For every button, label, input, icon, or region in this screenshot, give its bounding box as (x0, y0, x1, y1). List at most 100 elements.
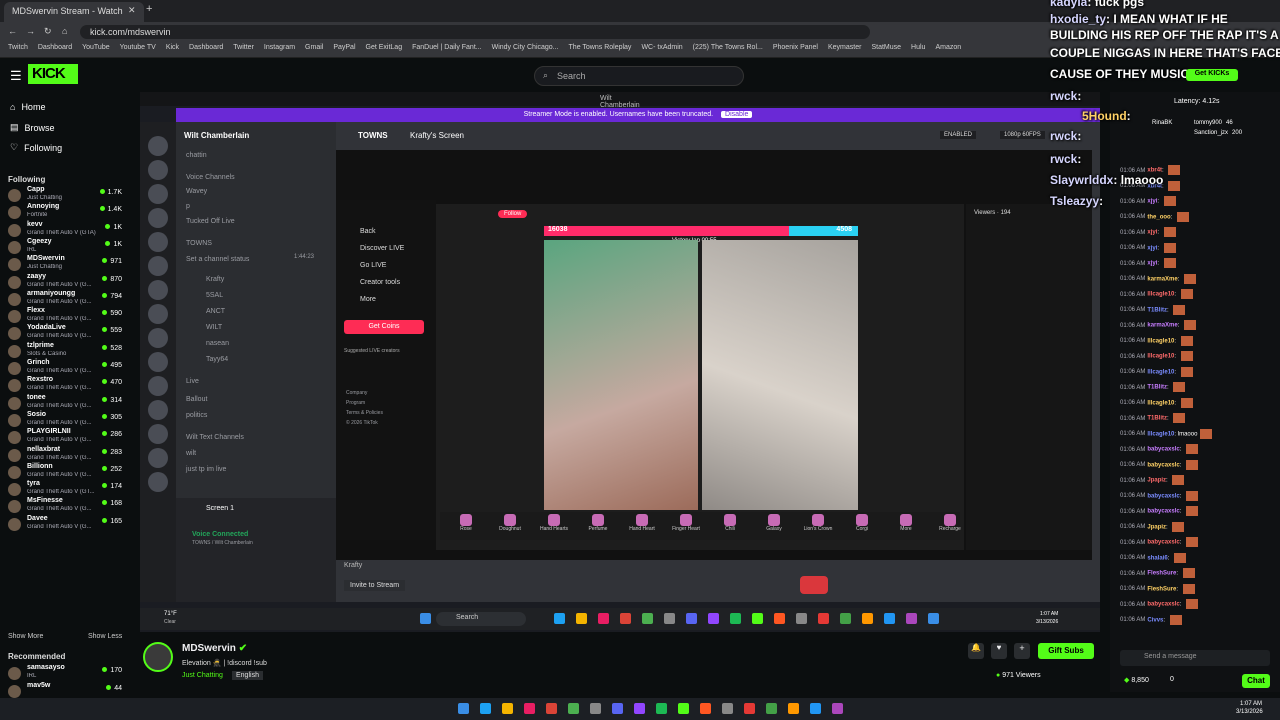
follow-button[interactable]: Follow (498, 210, 528, 218)
bookmark-item[interactable]: Twitch (8, 44, 28, 55)
taskbar-app-icon[interactable] (502, 703, 513, 714)
chat-input[interactable]: Send a message (1120, 650, 1270, 666)
show-less-button[interactable]: Show Less (88, 633, 122, 640)
taskbar-app-icon[interactable] (458, 703, 469, 714)
taskbar-app-icon[interactable] (480, 703, 491, 714)
bookmark-item[interactable]: Keymaster (828, 44, 861, 55)
following-item[interactable]: zaayy Grand Theft Auto V (G... 870 (8, 273, 124, 291)
gift-item[interactable]: Rose (446, 514, 486, 532)
following-item[interactable]: Billionn Grand Theft Auto V (G... 252 (8, 463, 124, 481)
end-call-button[interactable] (800, 576, 828, 594)
chat-message[interactable]: 01:06 AM FleshSure: (1120, 568, 1195, 578)
chat-username[interactable]: the_ooo (1147, 214, 1170, 220)
close-tab-icon[interactable]: ✕ (128, 5, 136, 16)
chat-username[interactable]: karmaXme (1147, 276, 1177, 282)
discord-channel[interactable]: Voice Channels (186, 174, 235, 181)
bookmark-item[interactable]: Amazon (935, 44, 961, 55)
tiktok-nav-item[interactable]: More (360, 296, 376, 303)
gift-item[interactable]: More (886, 514, 926, 532)
chat-message[interactable]: 01:06 AM Civvs: (1120, 614, 1182, 625)
discord-server-icon[interactable] (148, 256, 168, 276)
following-item[interactable]: tonee Grand Theft Auto V (G... 314 (8, 394, 124, 412)
chat-username[interactable]: T1Blitz (1147, 385, 1167, 391)
gift-item[interactable]: Chili (710, 514, 750, 532)
gift-item[interactable]: Hand Heart (622, 514, 662, 532)
chat-username[interactable]: xjyi (1147, 245, 1157, 251)
gift-item[interactable]: Doughnut (490, 514, 530, 532)
chat-message[interactable]: 01:06 AM karmaXme: (1120, 273, 1197, 284)
discord-channel[interactable]: WILT (206, 324, 222, 331)
bookmark-item[interactable]: StatMuse (871, 44, 901, 55)
bookmark-item[interactable]: WC- txAdmin (641, 44, 682, 55)
chat-message[interactable]: 01:06 AM xjyi: (1120, 227, 1176, 237)
recommended-item[interactable]: samasayso IRL 170 (8, 664, 124, 682)
taskbar-app-icon[interactable] (546, 703, 557, 714)
bookmark-item[interactable]: Instagram (264, 44, 295, 55)
bookmark-item[interactable]: Gmail (305, 44, 323, 55)
discord-channel[interactable]: TOWNS (186, 240, 212, 247)
discord-channel[interactable]: ANCT (206, 308, 225, 315)
discord-server-icon[interactable] (148, 472, 168, 492)
gift-subs-button[interactable]: Gift Subs (1038, 643, 1094, 659)
invite-to-stream-button[interactable]: Invite to Stream (344, 580, 406, 591)
tiktok-footer-link[interactable]: Company (346, 390, 367, 396)
chat-username[interactable]: karmaXme (1147, 323, 1177, 329)
search-input[interactable]: ⌕ Search (534, 66, 744, 86)
discord-channel[interactable]: politics (186, 412, 207, 419)
home-page-icon[interactable]: ⌂ (62, 26, 67, 36)
following-item[interactable]: Cgeezy IRL 1K (8, 238, 124, 256)
gift-item[interactable]: Corgi (842, 514, 882, 532)
chat-username[interactable]: Jpapiz (1147, 478, 1166, 484)
bookmark-item[interactable]: Dashboard (189, 44, 223, 55)
kick-logo[interactable]: KICK (28, 64, 78, 84)
discord-server-icon[interactable] (148, 184, 168, 204)
discord-server-icon[interactable] (148, 304, 168, 324)
gift-item[interactable]: Recharge (930, 514, 970, 532)
discord-channel[interactable]: Tucked Off Live (186, 218, 235, 225)
streamer-name[interactable]: MDSwervin ✔ (182, 643, 247, 654)
forward-icon[interactable]: → (26, 26, 35, 36)
chat-username[interactable]: babycaxslc (1147, 509, 1179, 515)
discord-channel[interactable]: Wilt Text Channels (186, 434, 244, 441)
disable-button[interactable]: Disable (721, 111, 753, 118)
tiktok-nav-item[interactable]: Back (360, 228, 376, 235)
bell-icon[interactable]: 🔔 (968, 643, 984, 659)
chat-username[interactable]: FleshSure (1147, 571, 1176, 577)
chat-message[interactable]: 01:06 AM babycaxslc: (1120, 444, 1199, 454)
discord-server-icon[interactable] (148, 160, 168, 180)
chat-message[interactable]: 01:06 AM xjyi: (1120, 242, 1176, 253)
bookmark-item[interactable]: Twitter (233, 44, 254, 55)
discord-server-icon[interactable] (148, 376, 168, 396)
get-kicks-button[interactable]: Get KICKs (1186, 69, 1238, 81)
show-more-button[interactable]: Show More (8, 633, 43, 640)
discord-server-icon[interactable] (148, 352, 168, 372)
chat-username[interactable]: babycaxslc (1147, 462, 1179, 468)
chat-username[interactable]: shalai6 (1147, 555, 1167, 561)
gift-item[interactable]: Lion's Crown (798, 514, 838, 532)
chat-username[interactable]: babycaxslc (1147, 493, 1179, 499)
following-item[interactable]: Capp Just Chatting 1.7K (8, 186, 124, 204)
stream-category[interactable]: Just Chatting (182, 672, 223, 679)
chat-message[interactable]: 01:06 AM the_ooo: (1120, 211, 1190, 222)
nav-following[interactable]: ♡ Following (10, 142, 62, 153)
following-item[interactable]: Rexstro Grand Theft Auto V (G... 470 (8, 376, 124, 394)
language-tag[interactable]: English (232, 671, 263, 680)
taskbar-app-icon[interactable] (700, 703, 711, 714)
chat-username[interactable]: Civvs (1147, 617, 1163, 623)
chat-message[interactable]: 01:06 AM lllcagle10: (1120, 397, 1193, 408)
chat-message[interactable]: 01:06 AM lllcagle10: (1120, 335, 1193, 346)
chat-username[interactable]: xjyi (1147, 230, 1157, 236)
chat-username[interactable]: babycaxslc (1147, 602, 1179, 608)
chat-message[interactable]: 01:06 AM Jpapiz: (1120, 475, 1185, 485)
chat-message[interactable]: 01:06 AM T1Blitz: (1120, 304, 1186, 315)
chat-message[interactable]: 01:06 AM lllcagle10: (1120, 289, 1193, 299)
chat-message[interactable]: 01:06 AM babycaxslc: (1120, 490, 1199, 501)
taskbar-app-icon[interactable] (832, 703, 843, 714)
bookmark-item[interactable]: (225) The Towns Rol... (693, 44, 763, 55)
nav-browse[interactable]: ▤ Browse (10, 122, 55, 133)
tiktok-nav-item[interactable]: Creator tools (360, 279, 400, 286)
taskbar-app-icon[interactable] (744, 703, 755, 714)
bookmark-item[interactable]: FanDuel | Daily Fant... (412, 44, 482, 55)
discord-server-icon[interactable] (148, 232, 168, 252)
chat-username[interactable]: lllcagle10 (1147, 354, 1174, 360)
